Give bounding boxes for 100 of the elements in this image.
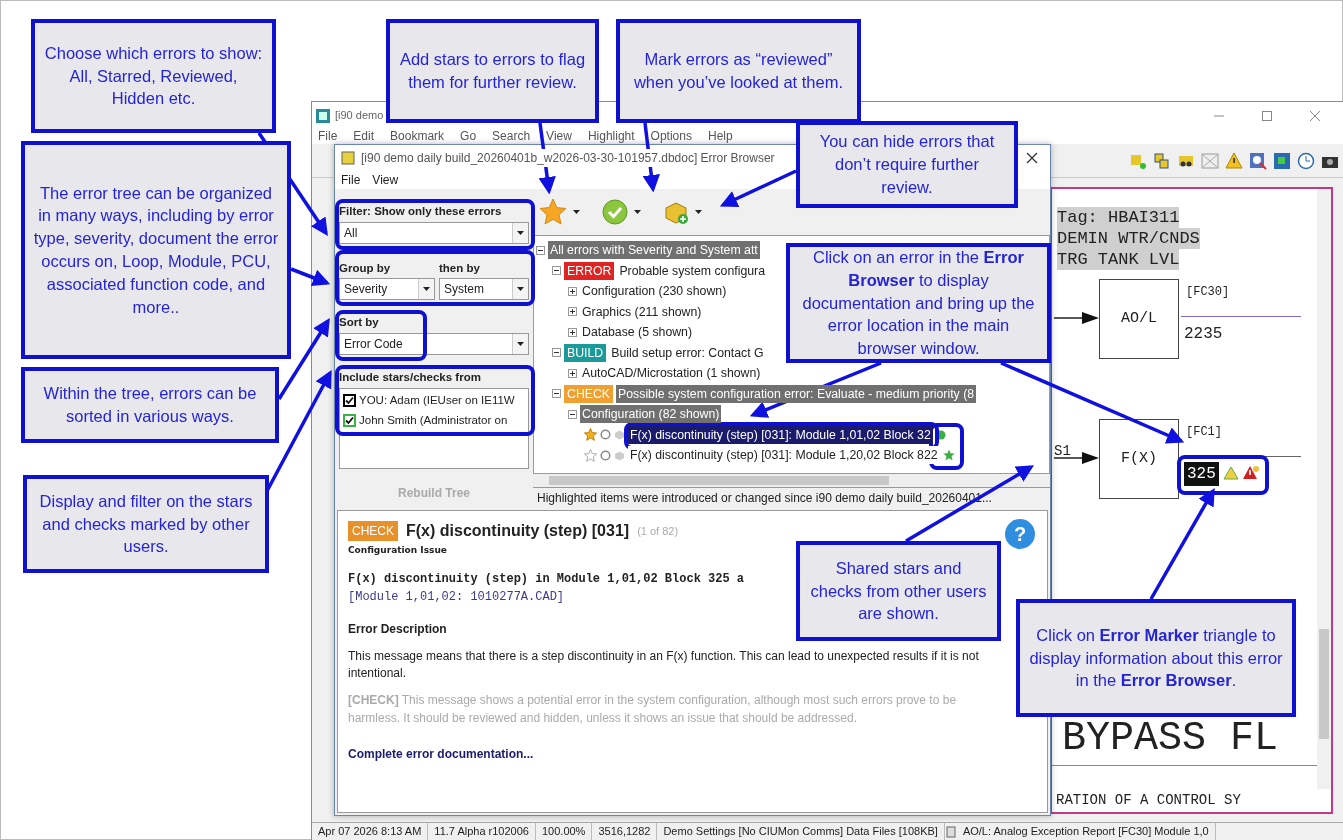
status-text: 3516,1282 [592,823,658,840]
clock-icon[interactable] [1297,151,1315,170]
caret-icon [573,210,580,214]
spec-label: [FC1] [1186,424,1222,441]
severity-tag: BUILD [564,343,607,362]
function-block: F(X) [1099,419,1179,499]
status-text: 100.00% [535,823,593,840]
error-count: (1 of 82) [637,523,679,539]
tree-item[interactable]: Configuration (82 shown) [580,405,722,424]
diagram-text: RATION OF A CONTROL SY [1056,791,1241,810]
callout: Choose which errors to show: All, Starred, Reviewed, Hidden etc. [31,19,276,133]
user-name[interactable]: John Smith (Administrator on [359,412,508,430]
status-text: Demo Settings [No CIUMon Comms] Data Files [108KB] [657,823,945,840]
collapse-icon[interactable] [552,266,561,276]
star-icon[interactable] [584,428,597,442]
warning-icon[interactable] [1225,151,1243,170]
input-arrow [1054,312,1099,324]
documentation-link[interactable]: Complete error documentation... [348,745,534,764]
field-label: Include stars/checks from [339,369,482,385]
error-title: F(x) discontinuity (step) [031] [406,521,630,541]
window-title: [i90 demo daily build_20260401b_w2026-03-30-101957.dbdoc] Error Browser [361,149,775,167]
callout: Within the tree, errors can be sorted in various ways. [21,367,279,443]
block-output: 2235 [1184,324,1223,345]
callout: Display and filter on the stars and checks marked by other users. [23,475,269,573]
callout: The error tree can be organized in many ways, including by error type, severity, document the error occurs on, Loop, Module, PCU, associated function code, and more.. [21,141,291,359]
collapse-icon[interactable] [568,409,577,419]
file-reference: [Module 1,01,02: 1010277A.CAD] [348,588,565,606]
tree-item[interactable]: Possible system configuration error: Evaluate - medium priority (8 [616,384,977,403]
callout: Mark errors as “reviewed” when you’ve looked at them. [616,19,861,123]
status-text: AO/L: Analog Exception Report [FC30] Module 1,0 [956,823,1216,840]
severity-tag: CHECK [348,521,398,541]
menu-item[interactable]: View [546,129,572,143]
field-label: Sort by [339,314,380,330]
status-text: Apr 07 2026 8:13 AM [312,823,429,840]
menu-item[interactable]: Search [492,129,531,143]
sort-by-dropdown[interactable]: Error Code [339,332,529,355]
collapse-icon[interactable] [552,348,561,358]
tree-item[interactable]: All errors with Severity and System att [548,241,760,260]
menu-item[interactable]: File [318,129,338,143]
expand-icon[interactable] [568,286,577,296]
spec-label: [FC30] [1186,284,1230,301]
severity-tag: ERROR [564,261,615,280]
caret-icon [423,286,430,291]
check-circle-icon[interactable] [602,199,628,225]
star-outline-icon[interactable] [584,448,597,462]
checkbox[interactable] [343,414,356,428]
severity-tag: CHECK [564,384,614,403]
section-heading: Error Description [348,620,448,638]
callout-arrow [290,267,331,287]
menu-item[interactable]: Options [650,129,692,143]
error-location: F(x) discontinuity (step) in Module 1,01,02 Block 325 a [348,570,745,588]
expand-icon[interactable] [568,368,577,378]
collapse-icon[interactable] [536,245,545,255]
group-by-dropdown[interactable]: Severity [339,277,435,300]
box-icon[interactable] [614,429,625,441]
field-label: Group by [339,261,392,277]
caret-icon [517,231,524,236]
description-text: This message means that there is a step discontinuity in an F(x) function. This can lead to unexpected results if it is not intentional. [348,647,980,682]
filter-dropdown[interactable]: All [339,222,529,245]
tag-text: Tag: HBAI311 [1057,207,1180,228]
error-marker-icon[interactable] [1242,465,1260,480]
filter-label: Filter: Show only these errors [339,204,503,219]
caret-icon [517,286,524,291]
close-icon[interactable] [1026,152,1038,164]
callout: Add stars to errors to flag them for further review. [386,19,599,123]
caret-icon [517,341,524,346]
circle-icon[interactable] [600,449,611,461]
tag-text: TRG TANK LVL [1057,249,1180,270]
app-icon [341,151,355,165]
map-icon[interactable] [1273,151,1291,170]
then-by-dropdown[interactable]: System [439,277,529,300]
expand-icon[interactable] [568,327,577,337]
menu-item[interactable]: Bookmark [390,129,445,143]
callout: You can hide errors that don’t require further review. [796,121,1018,208]
menu-item[interactable]: Highlight [587,129,635,143]
checkbox[interactable] [343,394,356,408]
tag-text: DEMIN WTR/CNDS [1057,228,1200,249]
diagram-title: BYPASS FL [1062,719,1279,759]
maximize-icon[interactable] [1261,109,1273,122]
search-icon[interactable] [1249,151,1267,170]
field-label: then by [439,261,481,277]
collapse-icon[interactable] [552,389,561,399]
note-text: [CHECK] This message shows a potential error in the system configuration, although most such errors prove to be harmless. It should be reviewed and hidden, unless it shows an issue that should be addressed. [348,692,958,727]
menu-item[interactable]: Help [707,129,733,143]
user-name[interactable]: YOU: Adam (IEUser on IE11W [359,392,515,410]
menu-item[interactable]: Edit [353,129,375,143]
menu-item[interactable]: Go [460,129,477,143]
expand-icon[interactable] [568,307,577,317]
menu-item[interactable]: View [372,171,399,189]
caret-icon [695,210,702,214]
tree-item[interactable]: F(x) discontinuity (step) [031]: Module 1,20,02 Block 822 [628,446,940,465]
star-icon[interactable] [539,198,567,226]
scrollbar[interactable] [1317,189,1331,789]
signal-label: S1 [1054,442,1071,461]
callout: Shared stars and checks from other users are shown. [796,541,1001,641]
callout: Click on an error in the Error Browser to display documentation and bring up the error location in the main browser window. [786,243,1051,363]
window-title: [i90 demo [335,108,384,124]
warning-icon [1223,466,1239,480]
menu-item[interactable]: File [341,171,361,189]
status-text: 11.7 Alpha r102006 [428,823,536,840]
